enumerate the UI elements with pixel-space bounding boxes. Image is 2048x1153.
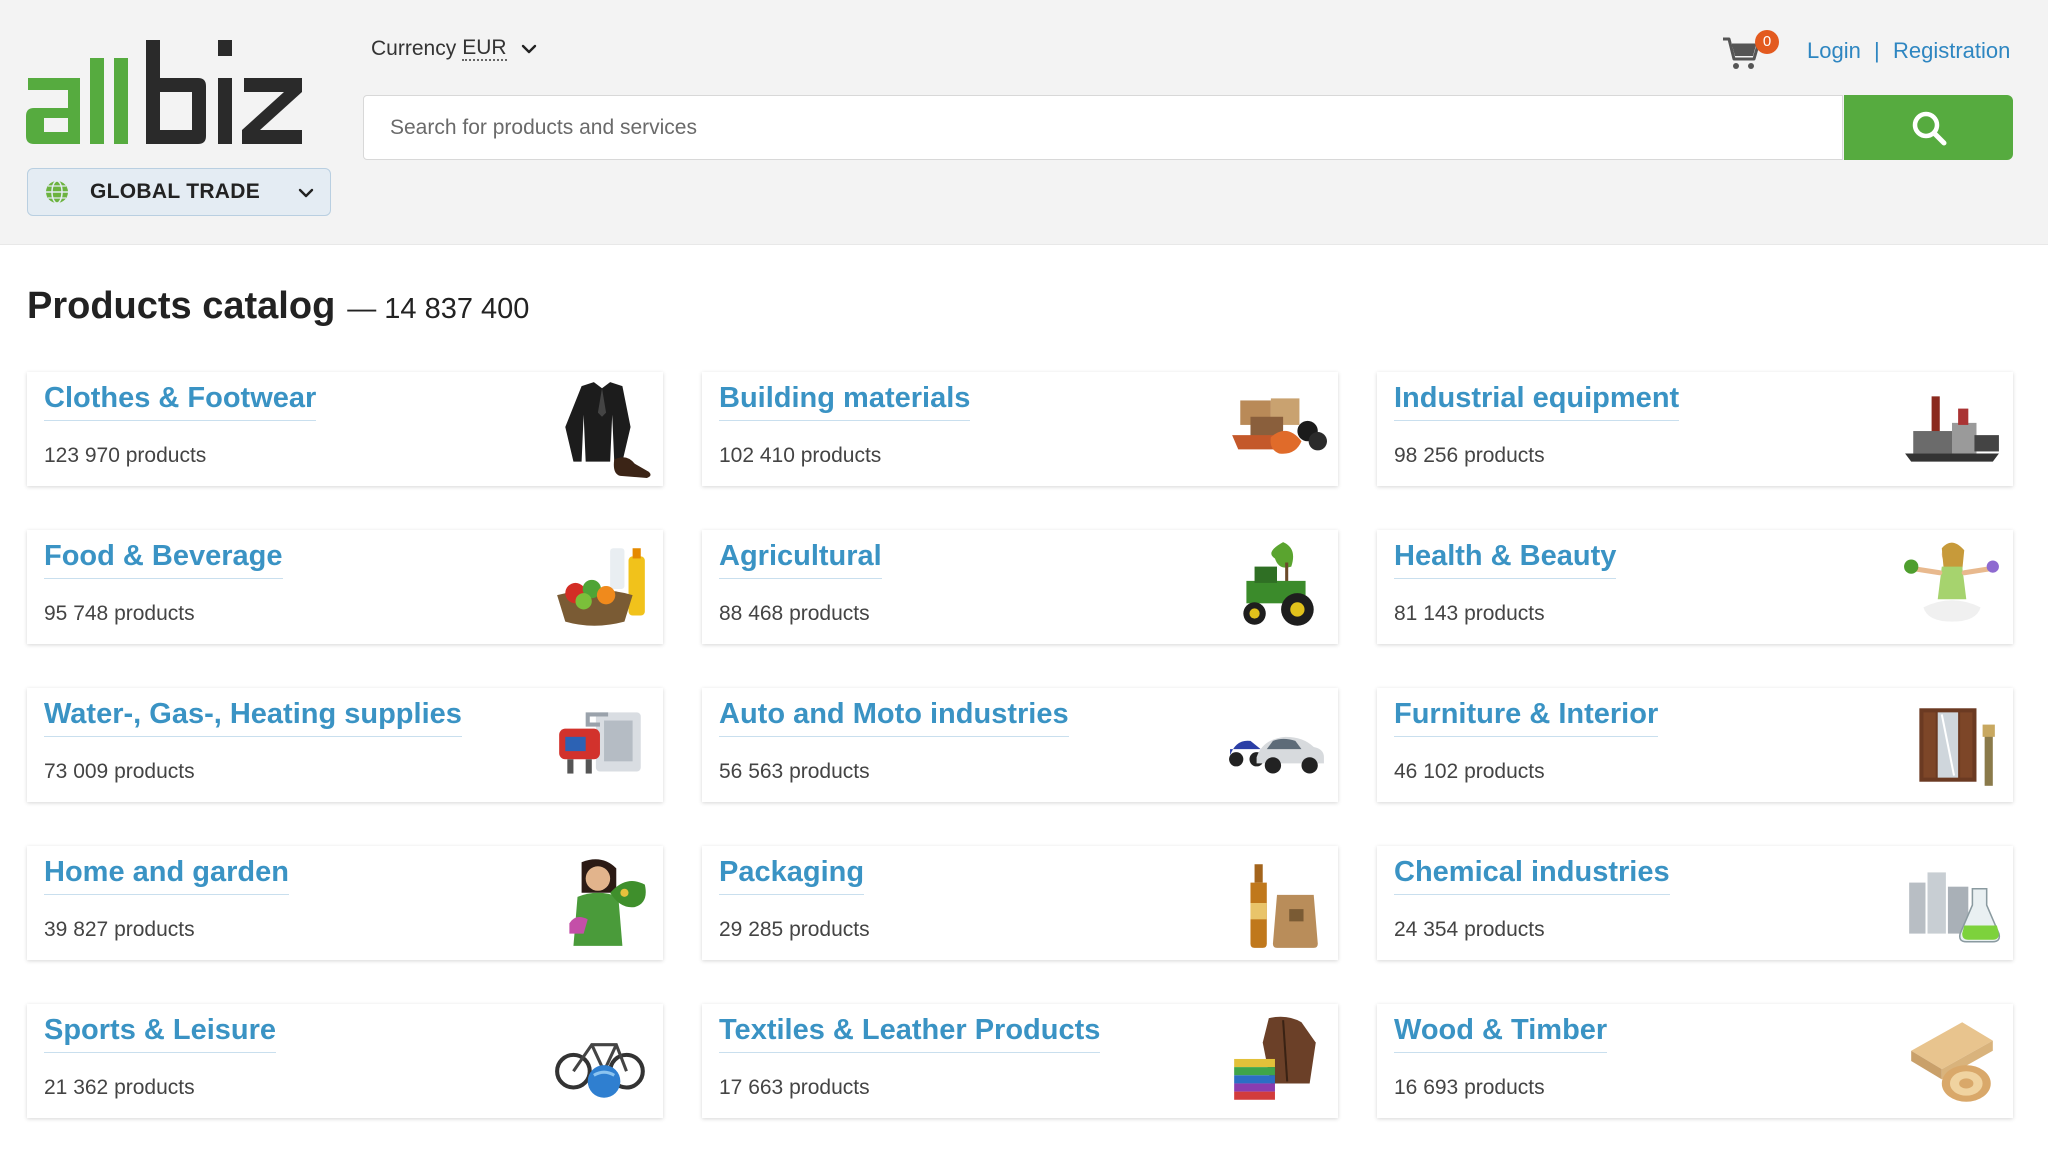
category-count: 21 362 products bbox=[44, 1076, 195, 1099]
category-count: 29 285 products bbox=[719, 918, 870, 941]
region-selector[interactable]: GLOBAL TRADE bbox=[27, 168, 331, 216]
wardrobe-icon bbox=[1901, 694, 2003, 796]
building-materials-icon bbox=[1226, 378, 1328, 480]
category-title[interactable]: Food & Beverage bbox=[44, 540, 283, 579]
category-title[interactable]: Furniture & Interior bbox=[1394, 698, 1659, 737]
category-title[interactable]: Auto and Moto industries bbox=[719, 698, 1069, 737]
wood-icon bbox=[1901, 1010, 2003, 1112]
category-title[interactable]: Water-, Gas-, Heating supplies bbox=[44, 698, 462, 737]
gardener-icon bbox=[551, 852, 653, 954]
category-title[interactable]: Wood & Timber bbox=[1394, 1014, 1608, 1053]
category-count: 16 693 products bbox=[1394, 1076, 1545, 1099]
category-title[interactable]: Home and garden bbox=[44, 856, 289, 895]
category-count: 56 563 products bbox=[719, 760, 870, 783]
category-title[interactable]: Industrial equipment bbox=[1394, 382, 1680, 421]
category-card[interactable]: Home and garden 39 827 products bbox=[27, 846, 663, 960]
category-card[interactable]: Water-, Gas-, Heating supplies 73 009 pr… bbox=[27, 688, 663, 802]
category-title[interactable]: Clothes & Footwear bbox=[44, 382, 317, 421]
currency-selector[interactable]: Currency EUR bbox=[371, 37, 539, 61]
boiler-icon bbox=[551, 694, 653, 796]
chevron-down-icon bbox=[298, 188, 314, 198]
category-count: 39 827 products bbox=[44, 918, 195, 941]
globe-icon bbox=[46, 180, 68, 204]
page-title: Products catalog bbox=[27, 285, 336, 327]
currency-label: Currency bbox=[371, 37, 457, 60]
category-count: 81 143 products bbox=[1394, 602, 1545, 625]
chevron-down-icon bbox=[521, 44, 536, 54]
category-title[interactable]: Textiles & Leather Products bbox=[719, 1014, 1101, 1053]
category-title[interactable]: Health & Beauty bbox=[1394, 540, 1617, 579]
category-card[interactable]: Chemical industries 24 354 products bbox=[1377, 846, 2013, 960]
category-count: 46 102 products bbox=[1394, 760, 1545, 783]
category-count: 73 009 products bbox=[44, 760, 195, 783]
currency-code: EUR bbox=[462, 36, 507, 61]
industrial-equipment-icon bbox=[1901, 378, 2003, 480]
yoga-woman-icon bbox=[1901, 536, 2003, 638]
category-card[interactable]: Textiles & Leather Products 17 663 produ… bbox=[702, 1004, 1338, 1118]
category-card[interactable]: Food & Beverage 95 748 products bbox=[27, 530, 663, 644]
textiles-icon bbox=[1226, 1010, 1328, 1112]
category-count: 24 354 products bbox=[1394, 918, 1545, 941]
bicycle-icon bbox=[551, 1010, 653, 1112]
car-moto-icon bbox=[1226, 694, 1328, 796]
category-count: 102 410 products bbox=[719, 444, 882, 467]
region-label: GLOBAL TRADE bbox=[90, 180, 261, 203]
category-card[interactable]: Health & Beauty 81 143 products bbox=[1377, 530, 2013, 644]
cart-count-badge: 0 bbox=[1755, 30, 1779, 54]
category-title[interactable]: Agricultural bbox=[719, 540, 882, 579]
category-card[interactable]: Packaging 29 285 products bbox=[702, 846, 1338, 960]
login-link[interactable]: Login bbox=[1807, 38, 1861, 64]
cart-button[interactable]: 0 bbox=[1722, 30, 1779, 74]
food-icon bbox=[551, 536, 653, 638]
total-products-count: 14 837 400 bbox=[384, 293, 530, 325]
category-card[interactable]: Clothes & Footwear 123 970 products bbox=[27, 372, 663, 486]
category-card[interactable]: Auto and Moto industries 56 563 products bbox=[702, 688, 1338, 802]
catalog-heading: Products catalog — 14 837 400 bbox=[27, 285, 529, 328]
category-card[interactable]: Industrial equipment 98 256 products bbox=[1377, 372, 2013, 486]
category-title[interactable]: Sports & Leisure bbox=[44, 1014, 277, 1053]
registration-link[interactable]: Registration bbox=[1893, 38, 2010, 64]
search-icon bbox=[1912, 111, 1946, 145]
chemical-plant-icon bbox=[1901, 852, 2003, 954]
category-title[interactable]: Packaging bbox=[719, 856, 865, 895]
category-count: 123 970 products bbox=[44, 444, 207, 467]
category-count: 17 663 products bbox=[719, 1076, 870, 1099]
category-count: 95 748 products bbox=[44, 602, 195, 625]
search-button[interactable] bbox=[1844, 95, 2013, 160]
category-title[interactable]: Chemical industries bbox=[1394, 856, 1670, 895]
category-count: 88 468 products bbox=[719, 602, 870, 625]
allbiz-logo[interactable] bbox=[26, 38, 332, 146]
site-header: GLOBAL TRADE Currency EUR 0 Login | Regi… bbox=[0, 0, 2048, 245]
category-card[interactable]: Furniture & Interior 46 102 products bbox=[1377, 688, 2013, 802]
tractor-icon bbox=[1226, 536, 1328, 638]
category-card[interactable]: Building materials 102 410 products bbox=[702, 372, 1338, 486]
category-card[interactable]: Agricultural 88 468 products bbox=[702, 530, 1338, 644]
clothes-icon bbox=[551, 378, 653, 480]
category-title[interactable]: Building materials bbox=[719, 382, 971, 421]
category-card[interactable]: Sports & Leisure 21 362 products bbox=[27, 1004, 663, 1118]
category-card[interactable]: Wood & Timber 16 693 products bbox=[1377, 1004, 2013, 1118]
title-dash: — bbox=[347, 293, 377, 325]
bottle-bag-icon bbox=[1226, 852, 1328, 954]
auth-separator: | bbox=[1874, 38, 1880, 63]
allbiz-logo-graphic bbox=[26, 40, 302, 144]
category-count: 98 256 products bbox=[1394, 444, 1545, 467]
search-input[interactable] bbox=[363, 95, 1843, 160]
